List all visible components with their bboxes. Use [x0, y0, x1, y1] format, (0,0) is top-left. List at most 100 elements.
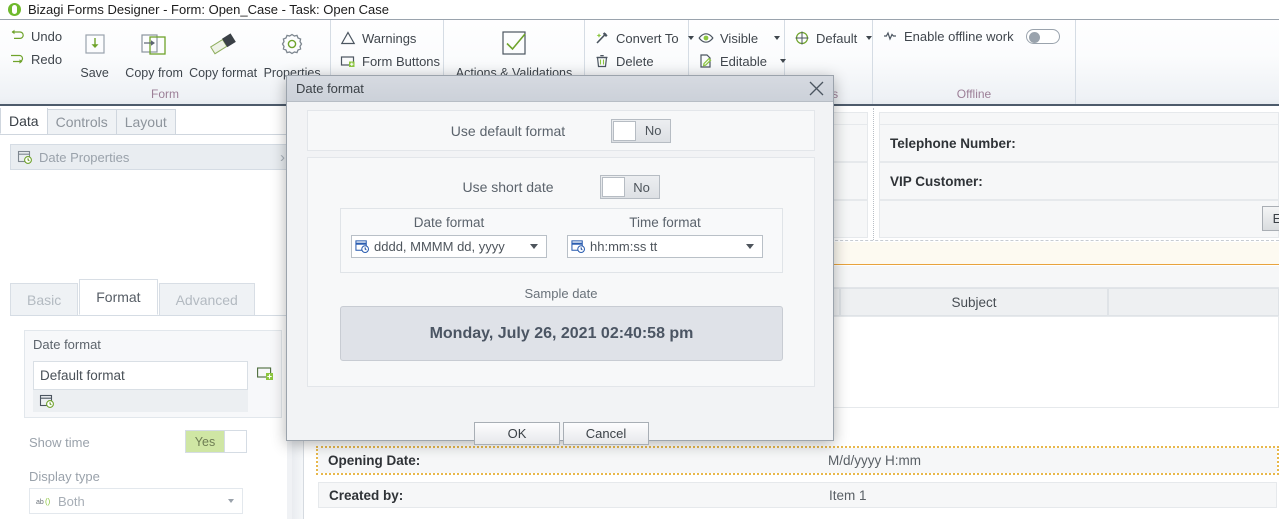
form-buttons-label: Form Buttons: [362, 53, 441, 69]
date-clock-icon: [39, 394, 54, 408]
trash-icon: [596, 55, 608, 68]
tab-data[interactable]: Data: [0, 108, 48, 134]
copy-from-button[interactable]: Copy from: [121, 24, 187, 80]
undo-redo-stack: Undo Redo: [5, 24, 68, 69]
ok-button[interactable]: OK: [474, 422, 560, 445]
tab-controls[interactable]: Controls: [46, 109, 117, 134]
copy-format-button[interactable]: Copy format: [187, 24, 259, 80]
chevron-down-icon: [746, 244, 754, 249]
cell-label: Opening Date:: [328, 453, 421, 468]
display-type-value: Both: [58, 493, 85, 509]
display-type-select[interactable]: ab () Both: [29, 488, 243, 514]
convert-to-icon: [596, 32, 608, 44]
cancel-button[interactable]: Cancel: [563, 422, 649, 445]
enable-offline-work-toggle[interactable]: Enable offline work: [878, 24, 1066, 46]
form-buttons-icon: [340, 56, 355, 67]
edit-button-label: E: [1272, 211, 1279, 226]
chevron-right-icon[interactable]: ›: [280, 149, 285, 166]
dialog-title: Date format: [296, 81, 364, 96]
delete-button[interactable]: Delete: [590, 51, 700, 71]
date-format-input[interactable]: Default format: [33, 361, 248, 390]
time-format-value: hh:mm:ss tt: [590, 239, 658, 254]
short-date-section: Use short date No Date format dddd, MMMM…: [307, 157, 815, 387]
add-format-icon[interactable]: [257, 367, 275, 386]
use-default-format-toggle[interactable]: No: [611, 118, 672, 143]
save-button[interactable]: Save: [68, 24, 121, 80]
tab-advanced[interactable]: Advanced: [158, 283, 255, 315]
redo-icon: [11, 54, 24, 64]
table-column-header[interactable]: [1108, 288, 1279, 316]
close-icon[interactable]: [799, 76, 833, 102]
eye-icon: [698, 33, 714, 43]
save-icon: [80, 28, 110, 62]
actions-validations-button[interactable]: Actions & Validations: [449, 24, 579, 80]
chevron-down-icon: [228, 499, 234, 503]
toggle-knob: [613, 120, 637, 141]
default-button[interactable]: Default: [790, 28, 878, 48]
field-row-opening-date[interactable]: Opening Date: M/d/yyyy H:mm: [318, 448, 1277, 473]
column-header-label: Subject: [951, 294, 997, 310]
warnings-label: Warnings: [362, 30, 417, 46]
use-default-format-label: Use default format: [450, 122, 566, 139]
ribbon-group-label-offline: Offline: [956, 87, 992, 101]
display-type-label: Display type: [29, 469, 100, 484]
redo-button[interactable]: Redo: [5, 49, 68, 69]
ok-button-label: OK: [507, 426, 527, 441]
table-row[interactable]: [879, 200, 1279, 238]
warnings-button[interactable]: Warnings: [336, 28, 446, 48]
time-format-dropdown[interactable]: hh:mm:ss tt: [567, 235, 763, 258]
offline-icon: [884, 31, 896, 41]
convert-to-button[interactable]: Convert To: [590, 28, 700, 48]
redo-label: Redo: [31, 51, 63, 67]
panel-tab-bar: Data Controls Layout: [0, 108, 292, 135]
cancel-button-label: Cancel: [585, 426, 627, 441]
ribbon-group-form: Undo Redo Save Copy from Copy format Pro…: [0, 20, 331, 104]
edit-page-icon: [700, 54, 712, 68]
convert-to-label: Convert To: [616, 30, 679, 46]
window-title: Bizagi Forms Designer - Form: Open_Case …: [28, 2, 390, 17]
display-type-icon: ab (): [36, 497, 51, 506]
properties-button[interactable]: Properties: [259, 24, 325, 80]
show-time-value: Yes: [186, 431, 224, 452]
offline-toggle-switch[interactable]: [1025, 28, 1060, 44]
form-buttons-button[interactable]: Form Buttons: [336, 51, 446, 71]
sample-date-preview: Monday, July 26, 2021 02:40:58 pm: [340, 306, 783, 361]
ribbon-group-offline: Enable offline work Offline: [873, 20, 1076, 104]
use-default-format-value: No: [644, 123, 662, 138]
date-format-dialog: Date format Use default format No Use sh…: [286, 75, 834, 445]
copy-format-label: Copy format: [189, 66, 258, 80]
date-format-preview-row[interactable]: [33, 390, 248, 412]
table-column-header-subject[interactable]: Subject: [840, 288, 1108, 316]
save-label: Save: [80, 66, 109, 80]
default-label: Default: [816, 30, 858, 46]
bizagi-logo-icon: [8, 3, 21, 16]
undo-label: Undo: [31, 28, 63, 44]
date-format-value: dddd, MMMM dd, yyyy: [374, 239, 505, 254]
show-time-toggle[interactable]: Yes: [185, 430, 247, 453]
editable-button[interactable]: Editable: [694, 51, 792, 71]
undo-button[interactable]: Undo: [5, 26, 68, 46]
date-format-label: Date format: [33, 337, 101, 352]
use-short-date-toggle[interactable]: No: [599, 175, 660, 199]
tab-basic[interactable]: Basic: [10, 283, 79, 315]
show-time-label: Show time: [29, 435, 90, 450]
visible-button[interactable]: Visible: [694, 28, 792, 48]
column-divider: [873, 108, 874, 240]
cell-label: Created by:: [329, 487, 404, 503]
tab-layout[interactable]: Layout: [115, 109, 176, 134]
table-row[interactable]: VIP Customer:: [879, 162, 1279, 200]
cell-label: Telephone Number:: [890, 135, 1016, 151]
editable-label: Editable: [720, 53, 767, 69]
table-row[interactable]: Telephone Number:: [879, 124, 1279, 162]
edit-button[interactable]: E: [1262, 206, 1279, 231]
title-bar: Bizagi Forms Designer - Form: Open_Case …: [0, 0, 1279, 19]
date-clock-icon: [571, 240, 586, 254]
tab-format[interactable]: Format: [79, 279, 158, 315]
date-properties-header[interactable]: Date Properties ›: [10, 144, 292, 170]
field-row-created-by[interactable]: Created by: Item 1: [318, 482, 1277, 508]
use-default-format-section: Use default format No: [307, 110, 815, 151]
date-format-dropdown[interactable]: dddd, MMMM dd, yyyy: [351, 235, 547, 258]
toggle-knob: [224, 431, 246, 452]
chevron-down-icon: [866, 36, 873, 40]
date-properties-title: Date Properties: [39, 149, 130, 165]
